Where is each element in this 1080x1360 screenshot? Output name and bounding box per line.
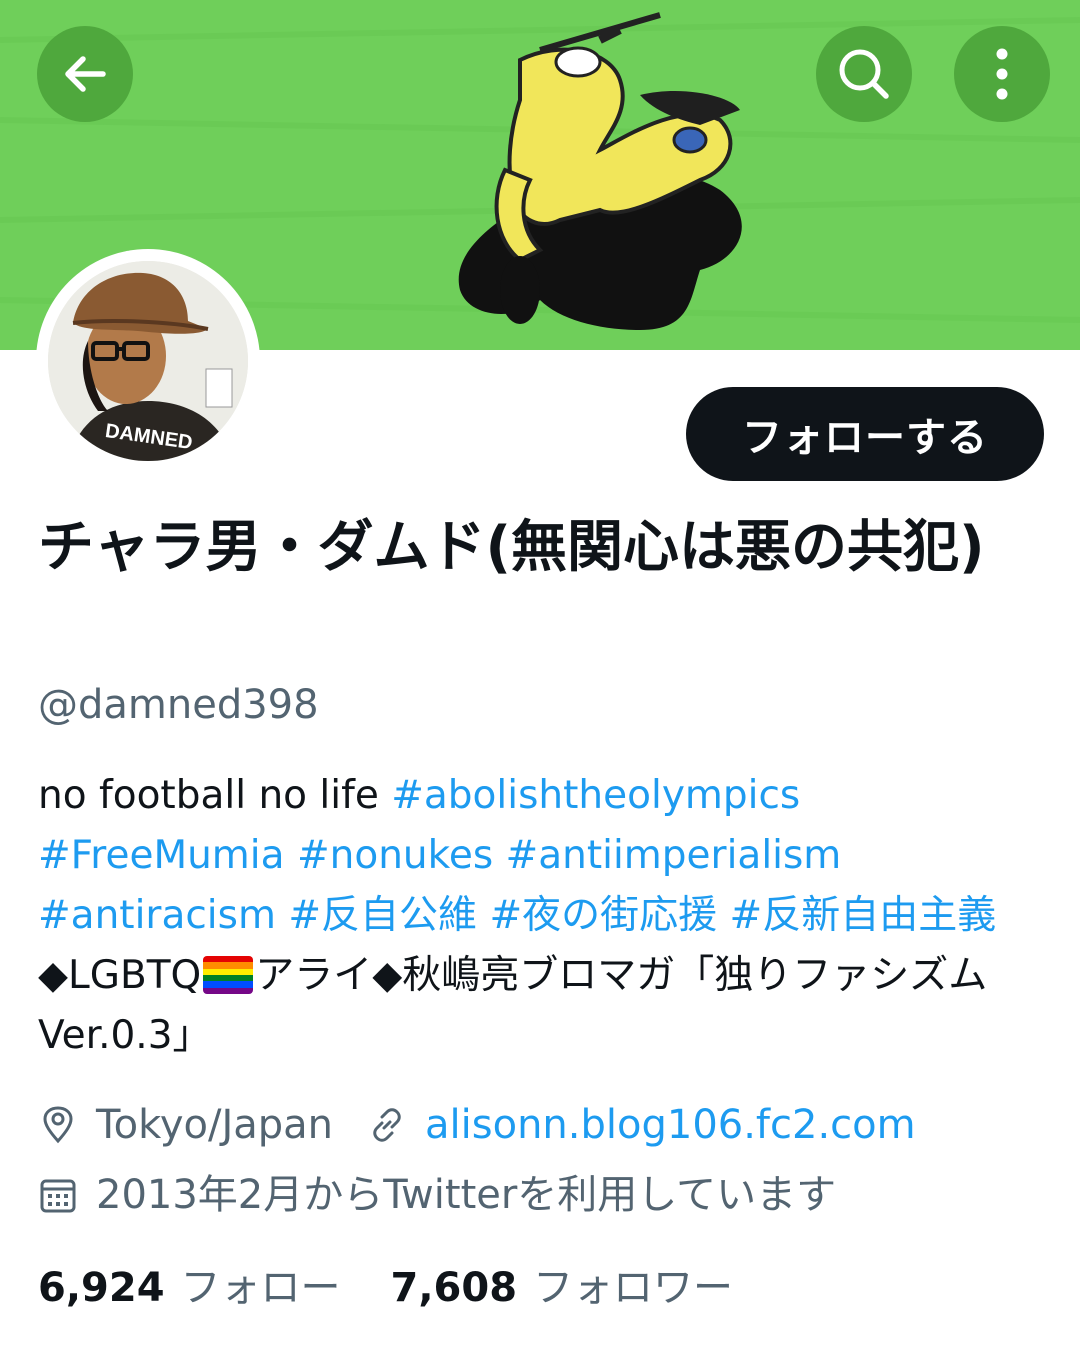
hashtag-link[interactable]: #FreeMumia	[38, 833, 285, 878]
hashtag-link[interactable]: #abolishtheolympics	[391, 773, 800, 818]
calendar-icon	[40, 1179, 76, 1213]
location-icon	[43, 1106, 73, 1144]
bio-text: ◆LGBTQ	[38, 953, 202, 998]
followers-stat[interactable]: 7,608 フォロワー	[391, 1263, 734, 1313]
followers-count: 7,608	[390, 1265, 518, 1311]
back-button[interactable]	[37, 26, 133, 122]
bio-text: no football no life	[38, 773, 392, 818]
rainbow-flag-icon	[203, 956, 254, 994]
display-name: チャラ男・ダムド(無関心は悪の共犯)	[38, 515, 985, 580]
follow-stats: 6,924 フォロー 7,608 フォロワー	[38, 1263, 783, 1313]
link-icon	[373, 1108, 401, 1142]
profile-location: Tokyo/Japan	[96, 1102, 334, 1148]
search-icon	[839, 49, 889, 99]
user-handle: @damned398	[38, 682, 319, 728]
hashtag-link[interactable]: #夜の街応援	[489, 893, 717, 938]
following-stat[interactable]: 6,924 フォロー	[38, 1263, 341, 1313]
avatar-illustration: DAMNED	[48, 261, 248, 461]
following-count: 6,924	[38, 1265, 165, 1311]
hashtag-link[interactable]: #反自公維	[288, 893, 477, 938]
more-options-button[interactable]	[954, 26, 1050, 122]
search-button[interactable]	[816, 26, 912, 122]
following-label: フォロー	[180, 1265, 341, 1311]
profile-bio: no football no life #abolishtheolympics …	[38, 766, 1048, 1066]
follow-button[interactable]: フォローする	[686, 387, 1044, 481]
arrow-left-icon	[65, 56, 106, 92]
hashtag-link[interactable]: #nonukes	[297, 833, 493, 878]
profile-joined-row: 2013年2月からTwitterを利用しています	[38, 1170, 836, 1220]
profile-website-link[interactable]: alisonn.blog106.fc2.com	[425, 1100, 916, 1150]
hashtag-link[interactable]: #antiracism	[38, 893, 276, 938]
hashtag-link[interactable]: #反新自由主義	[730, 893, 997, 938]
profile-meta-row: Tokyo/Japan alisonn.blog106.fc2.com	[38, 1100, 916, 1150]
hashtag-link[interactable]: #antiimperialism	[506, 833, 842, 878]
followers-label: フォロワー	[533, 1265, 734, 1311]
more-vertical-icon	[996, 48, 1008, 100]
profile-joined-date: 2013年2月からTwitterを利用しています	[96, 1172, 837, 1218]
avatar[interactable]: DAMNED	[48, 261, 248, 461]
